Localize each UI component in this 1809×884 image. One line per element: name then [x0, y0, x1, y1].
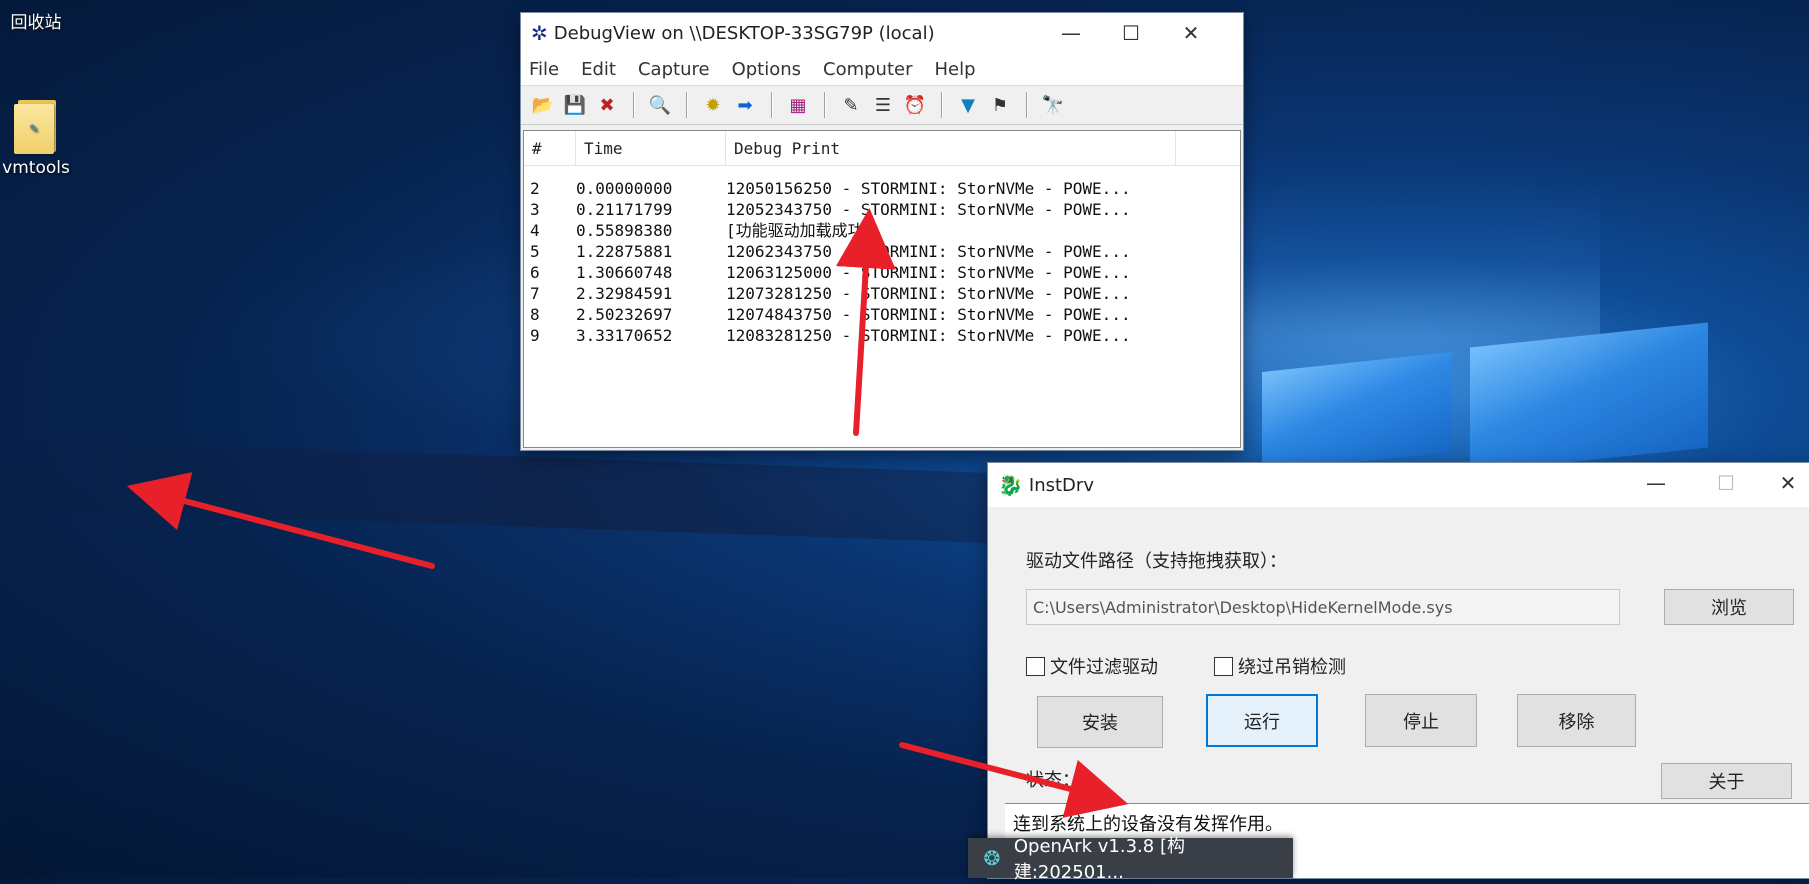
checkbox-icon — [1026, 656, 1045, 676]
clock-icon[interactable]: ⏰ — [899, 91, 931, 119]
column-header-debug-print[interactable]: Debug Print — [726, 131, 1176, 165]
menu-file[interactable]: File — [529, 59, 559, 80]
open-icon[interactable]: 📂 — [527, 91, 559, 119]
install-button[interactable]: 安装 — [1037, 696, 1163, 748]
maximize-button[interactable]: ☐ — [1101, 13, 1161, 53]
windows-logo-pane — [1470, 322, 1708, 473]
log-row[interactable]: 6 1.30660748 12063125000 - STORMINI: StorN… — [524, 262, 1240, 283]
browse-button[interactable]: 浏览 — [1664, 589, 1794, 625]
status-label: 状态： — [1026, 770, 1080, 791]
debugview-app-icon: ✲ — [531, 21, 548, 45]
find-icon[interactable]: 🔍 — [644, 91, 676, 119]
log-rows: 2 0.00000000 12050156250 - STORMINI: StorN… — [524, 166, 1240, 346]
openark-app-icon: ❂ — [983, 846, 1001, 870]
log-row[interactable]: 4 0.55898380 [功能驱动加载成功] — [524, 220, 1240, 241]
driver-path-field[interactable]: C:\Users\Administrator\Desktop\HideKerne… — [1026, 589, 1620, 625]
window-title: DebugView on \\DESKTOP-33SG79P (local) — [553, 22, 935, 44]
log-cell-time: 1.22875881 — [576, 242, 673, 261]
log-cell-message: 12074843750 - STORMINI: StorNVMe - POWE.… — [726, 305, 1131, 324]
log-cell-number: 9 — [530, 326, 540, 345]
close-button[interactable]: ✕ — [1758, 463, 1809, 503]
checkbox-label: 文件过滤驱动 — [1050, 657, 1158, 678]
minimize-button[interactable]: — — [1041, 13, 1101, 53]
log-cell-time: 0.21171799 — [576, 200, 673, 219]
checkbox-icon — [1214, 656, 1233, 676]
edit-filter-icon[interactable]: ✎ — [835, 91, 867, 119]
filter-icon[interactable]: ▼ — [952, 91, 984, 119]
menu-edit[interactable]: Edit — [581, 59, 616, 80]
log-cell-message: 12062343750 - STORMINI: StorNVMe - POWE.… — [726, 242, 1131, 261]
run-button[interactable]: 运行 — [1206, 694, 1318, 747]
log-cell-time: 2.50232697 — [576, 305, 673, 324]
toolbar: 📂 💾 ✖ 🔍 ✹ ➡ ▦ ✎ ☰ ⏰ ▼ ⚑ 🔭 — [521, 85, 1243, 125]
desktop-icon-label: vmtools — [2, 158, 70, 178]
instdrv-window: 🐉 InstDrv — ☐ ✕ 驱动文件路径（支持拖拽获取）： C:\Users… — [988, 463, 1809, 878]
log-cell-message: 12083281250 - STORMINI: StorNVMe - POWE.… — [726, 326, 1131, 345]
log-cell-message: 12052343750 - STORMINI: StorNVMe - POWE.… — [726, 200, 1131, 219]
desktop-icon-label: 回收站 — [10, 13, 62, 33]
log-header: # Time Debug Print — [524, 131, 1240, 166]
log-row[interactable]: 8 2.50232697 12074843750 - STORMINI: StorN… — [524, 304, 1240, 325]
clear-icon[interactable]: ✖ — [591, 91, 623, 119]
debugview-titlebar[interactable]: ✲ DebugView on \\DESKTOP-33SG79P (local)… — [521, 13, 1243, 53]
log-cell-number: 8 — [530, 305, 540, 324]
bypass-revocation-checkbox[interactable]: 绕过吊销检测 — [1214, 653, 1346, 679]
debugview-window: ✲ DebugView on \\DESKTOP-33SG79P (local)… — [521, 13, 1243, 450]
stop-button[interactable]: 停止 — [1365, 694, 1477, 747]
maximize-button[interactable]: ☐ — [1696, 463, 1756, 503]
log-cell-message: 12073281250 - STORMINI: StorNVMe - POWE.… — [726, 284, 1131, 303]
log-row[interactable]: 3 0.21171799 12052343750 - STORMINI: StorN… — [524, 199, 1240, 220]
autoscroll-icon[interactable]: ➡ — [729, 91, 761, 119]
binoculars-icon[interactable]: 🔭 — [1037, 91, 1069, 119]
file-filter-checkbox[interactable]: 文件过滤驱动 — [1026, 653, 1158, 679]
log-cell-time: 0.00000000 — [576, 179, 673, 198]
menubar: File Edit Capture Options Computer Help — [521, 53, 1243, 85]
log-cell-message: 12063125000 - STORMINI: StorNVMe - POWE.… — [726, 263, 1131, 282]
column-header-number[interactable]: # — [524, 131, 576, 165]
about-button[interactable]: 关于 — [1661, 763, 1792, 799]
driver-path-label: 驱动文件路径（支持拖拽获取）： — [1026, 551, 1287, 572]
capture-icon[interactable]: ✹ — [697, 91, 729, 119]
close-button[interactable]: ✕ — [1161, 13, 1221, 53]
desktop-icon-vmtools[interactable]: ✎ vmtools — [0, 96, 78, 178]
highlight-icon[interactable]: ⚑ — [984, 91, 1016, 119]
instdrv-app-icon: 🐉 — [998, 473, 1023, 497]
log-cell-number: 2 — [530, 179, 540, 198]
menu-computer[interactable]: Computer — [823, 59, 912, 80]
menu-help[interactable]: Help — [935, 59, 976, 80]
desktop-icon-recycle-bin[interactable]: 回收站 — [0, 8, 78, 33]
log-cell-time: 1.30660748 — [576, 263, 673, 282]
openark-taskbar-preview[interactable]: ❂ OpenArk v1.3.8 [构建:202501... — [968, 836, 1293, 883]
folder-icon: ✎ — [14, 96, 58, 154]
instdrv-titlebar[interactable]: 🐉 InstDrv — ☐ ✕ — [988, 463, 1809, 507]
openark-label: OpenArk v1.3.8 [构建:202501... — [1013, 836, 1185, 883]
windows-logo-pane — [1262, 352, 1452, 472]
log-row[interactable]: 7 2.32984591 12073281250 - STORMINI: StorN… — [524, 283, 1240, 304]
remove-button[interactable]: 移除 — [1517, 694, 1636, 747]
log-cell-message: 12050156250 - STORMINI: StorNVMe - POWE.… — [726, 179, 1131, 198]
window-title: InstDrv — [1028, 474, 1094, 496]
debug-log-list[interactable]: # Time Debug Print 2 0.00000000 1205015625… — [523, 130, 1241, 448]
column-header-time[interactable]: Time — [576, 131, 726, 165]
minimize-button[interactable]: — — [1626, 463, 1686, 503]
checkbox-label: 绕过吊销检测 — [1238, 657, 1346, 678]
log-cell-message: [功能驱动加载成功] — [726, 221, 874, 240]
capture-kernel-icon[interactable]: ▦ — [782, 91, 814, 119]
log-cell-time: 2.32984591 — [576, 284, 673, 303]
log-cell-number: 7 — [530, 284, 540, 303]
log-cell-number: 4 — [530, 221, 540, 240]
menu-options[interactable]: Options — [732, 59, 801, 80]
log-cell-number: 6 — [530, 263, 540, 282]
log-row[interactable]: 2 0.00000000 12050156250 - STORMINI: StorN… — [524, 178, 1240, 199]
log-cell-number: 3 — [530, 200, 540, 219]
log-cell-number: 5 — [530, 242, 540, 261]
log-row[interactable]: 9 3.33170652 12083281250 - STORMINI: StorN… — [524, 325, 1240, 346]
clock-list-icon[interactable]: ☰ — [867, 91, 899, 119]
log-cell-time: 3.33170652 — [576, 326, 673, 345]
log-cell-time: 0.55898380 — [576, 221, 673, 240]
log-row[interactable]: 5 1.22875881 12062343750 - STORMINI: StorN… — [524, 241, 1240, 262]
menu-capture[interactable]: Capture — [638, 59, 710, 80]
save-icon[interactable]: 💾 — [559, 91, 591, 119]
